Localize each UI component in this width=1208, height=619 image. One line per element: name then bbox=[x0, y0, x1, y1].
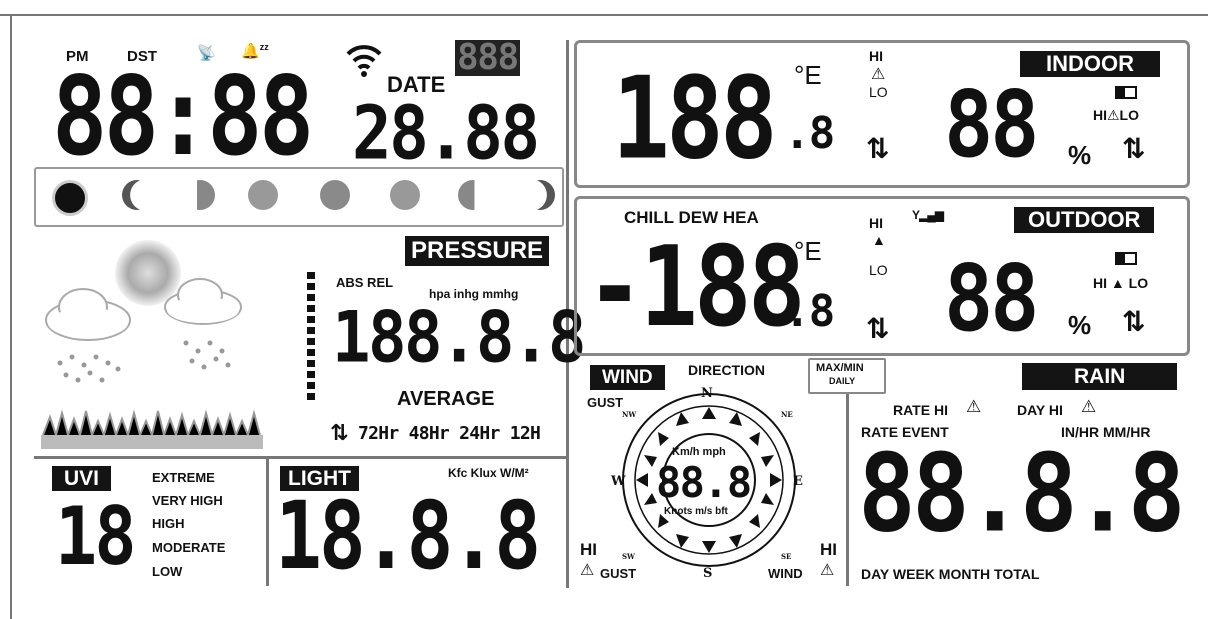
pressure-title: PRESSURE bbox=[405, 236, 550, 266]
wind-rain-divider bbox=[846, 394, 849, 586]
left-bottom-divider bbox=[34, 456, 566, 459]
moon-waning-crescent-icon bbox=[525, 180, 555, 210]
indoor-temp-trend-icon: ⇅ bbox=[866, 133, 890, 164]
uvi-title: UVI bbox=[52, 466, 112, 491]
indoor-temp-decimal: .8 bbox=[784, 108, 835, 159]
pressure-abs-rel: ABS REL bbox=[336, 275, 394, 290]
compass-se: SE bbox=[781, 552, 792, 561]
rain-day-hi: DAY HI bbox=[1017, 402, 1063, 418]
left-border bbox=[10, 14, 12, 619]
outdoor-temp-lo: LO bbox=[869, 262, 888, 278]
compass-w: W bbox=[611, 474, 626, 489]
indoor-humidity-hilo: HI⚠LO bbox=[1093, 107, 1139, 123]
light-value: 18.8.8 bbox=[275, 482, 541, 591]
moon-last-quarter-icon bbox=[458, 180, 488, 210]
outdoor-humidity-trend-icon: ⇅ bbox=[1122, 306, 1146, 337]
indoor-temp-value: 188 bbox=[612, 52, 778, 185]
outdoor-humidity-unit: % bbox=[1068, 310, 1092, 340]
uvi-level-high: HIGH bbox=[152, 516, 185, 531]
outdoor-battery-icon bbox=[1115, 252, 1137, 265]
maxmin-line2: DAILY bbox=[829, 376, 856, 386]
moon-full-icon bbox=[320, 180, 350, 210]
pressure-bar-graph bbox=[307, 272, 315, 402]
date-value: 28.88 bbox=[352, 90, 540, 177]
compass-e: E bbox=[793, 474, 803, 489]
wind-hi-left: HI bbox=[580, 540, 597, 559]
rain-day-warning-icon: ⚠ bbox=[1081, 397, 1097, 416]
top-border bbox=[0, 14, 1208, 16]
wind-warning-icon: ⚠ bbox=[820, 562, 835, 579]
wifi-icon bbox=[346, 45, 382, 77]
moon-first-quarter-icon bbox=[185, 180, 215, 210]
outdoor-temp-hi: HI bbox=[869, 215, 883, 231]
wind-gust-warning-icon: ⚠ bbox=[580, 562, 595, 579]
indoor-humidity-value: 88 bbox=[944, 72, 1039, 179]
outdoor-temp-unit: °E bbox=[794, 236, 822, 266]
moon-waning-gibbous-icon bbox=[390, 180, 420, 210]
signal-bars-icon: Y▂▄▆ bbox=[912, 208, 944, 222]
clock-time: 88:88 bbox=[52, 53, 314, 180]
rain-value: 88.8.8 bbox=[858, 431, 1186, 557]
outdoor-temp-decimal: .8 bbox=[784, 286, 835, 337]
moon-crescent-icon bbox=[122, 180, 152, 210]
indoor-humidity-trend-icon: ⇅ bbox=[1122, 133, 1146, 164]
wind-units-bottom: Knots m/s bft bbox=[664, 506, 728, 517]
pressure-value: 188.8.8 bbox=[332, 297, 586, 379]
outdoor-humidity-hilo: HI ▲ LO bbox=[1093, 275, 1149, 291]
outdoor-temp-trend-icon: ⇅ bbox=[866, 313, 890, 344]
wind-units-top: Km/h mph bbox=[672, 446, 726, 458]
moon-waxing-gibbous-icon bbox=[248, 180, 278, 210]
rain-periods: DAY WEEK MONTH TOTAL bbox=[861, 566, 1040, 582]
moon-new-icon bbox=[52, 180, 88, 216]
compass-s: S bbox=[703, 566, 713, 581]
uvi-level-extreme: EXTREME bbox=[152, 470, 215, 485]
warning-triangle-icon: ⚠ bbox=[871, 66, 886, 83]
compass-ne: NE bbox=[781, 410, 793, 419]
uvi-level-low: LOW bbox=[152, 564, 183, 579]
compass-sw: SW bbox=[622, 552, 635, 561]
pressure-trend-icon: ⇅ bbox=[330, 420, 349, 445]
uvi-value: 18 bbox=[55, 489, 136, 584]
rain-title: RAIN bbox=[1022, 363, 1178, 390]
uvi-level-moderate: MODERATE bbox=[152, 540, 226, 555]
weather-forecast-icon bbox=[41, 240, 263, 449]
compass-nw: NW bbox=[622, 410, 637, 419]
wind-gust-bottom: GUST bbox=[600, 566, 637, 581]
wind-wind-bottom: WIND bbox=[768, 566, 803, 581]
indoor-temp-unit: °E bbox=[794, 60, 822, 90]
compass-n: N bbox=[701, 386, 713, 401]
pressure-periods: 72Hr 48Hr 24Hr 12H bbox=[358, 423, 541, 444]
wind-value: 88.8 bbox=[656, 458, 752, 507]
outdoor-title: OUTDOOR bbox=[1014, 207, 1155, 233]
uvi-light-divider bbox=[266, 456, 269, 586]
indoor-title: INDOOR bbox=[1020, 51, 1160, 77]
outdoor-humidity-value: 88 bbox=[944, 246, 1039, 353]
indoor-battery-icon bbox=[1115, 86, 1137, 99]
rain-rate-hi: RATE HI bbox=[893, 402, 948, 418]
maxmin-line1: MAX/MIN bbox=[816, 362, 864, 374]
weekday-segments: 888 bbox=[455, 37, 520, 78]
warning-triangle-filled-icon: ▲ bbox=[872, 232, 886, 248]
pressure-average: AVERAGE bbox=[397, 388, 495, 410]
outdoor-temp-value: -188 bbox=[586, 222, 806, 352]
wind-hi-right: HI bbox=[820, 540, 837, 559]
uvi-level-very-high: VERY HIGH bbox=[152, 493, 223, 508]
indoor-humidity-unit: % bbox=[1068, 140, 1092, 170]
light-units: Kfc Klux W/M² bbox=[448, 466, 529, 480]
rain-rate-warning-icon: ⚠ bbox=[966, 397, 982, 416]
indoor-temp-hi: HI bbox=[869, 48, 883, 64]
wind-direction-label: DIRECTION bbox=[688, 362, 765, 378]
indoor-temp-lo: LO bbox=[869, 84, 888, 100]
